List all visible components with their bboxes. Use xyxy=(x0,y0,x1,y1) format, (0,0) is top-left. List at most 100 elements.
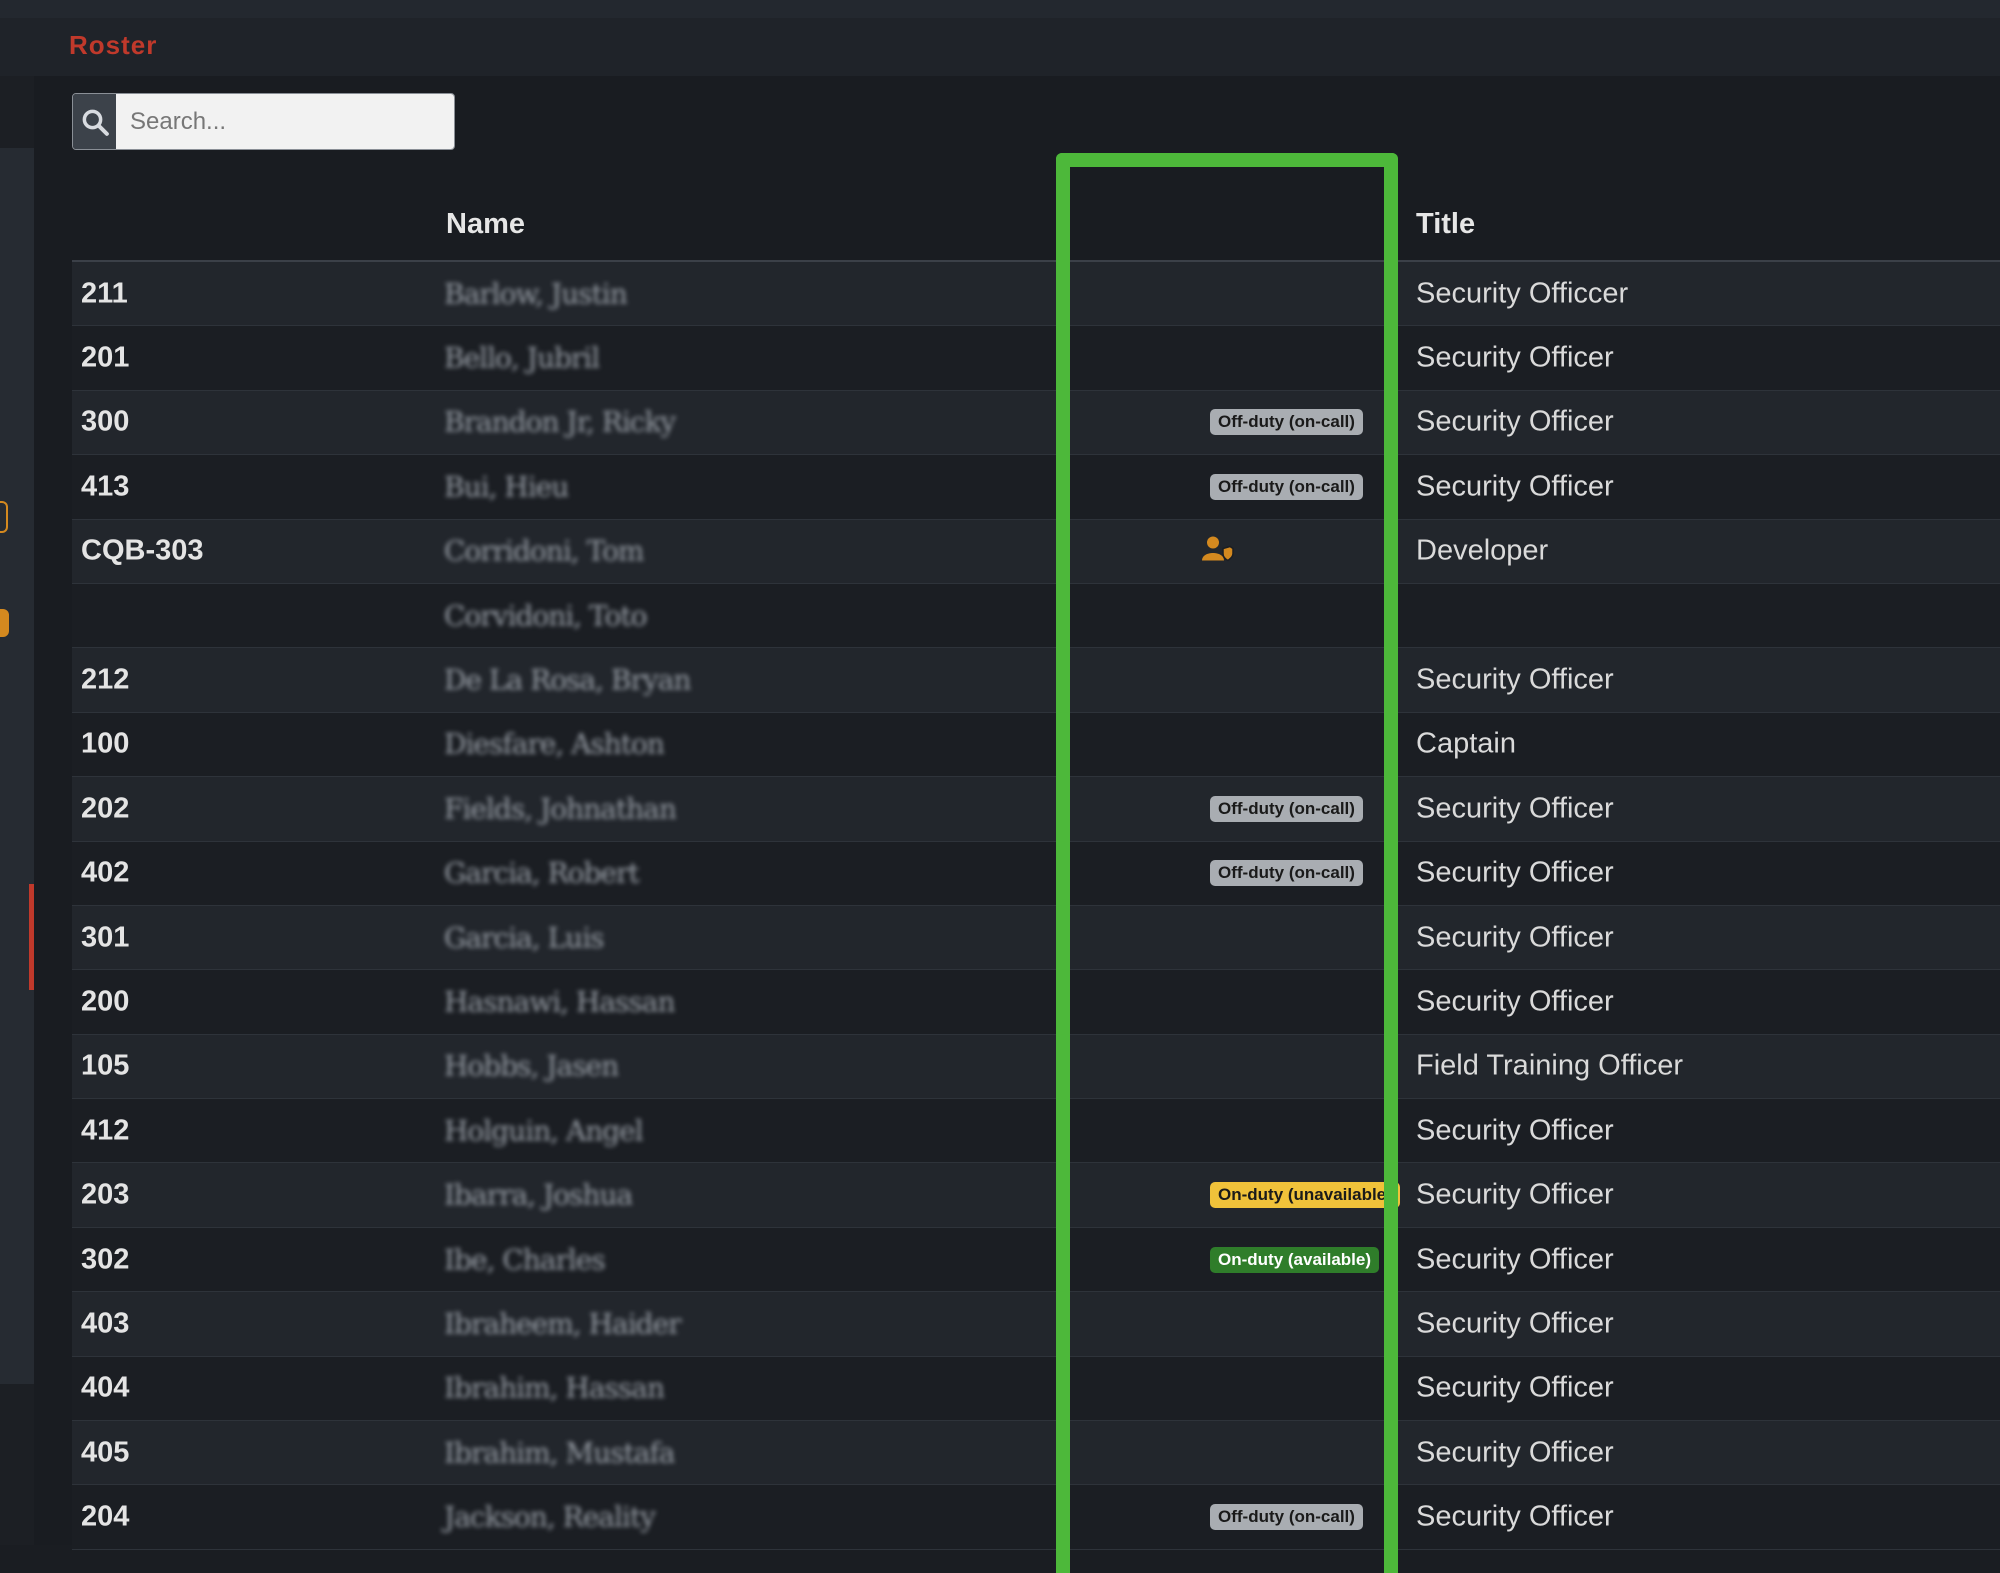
table-row[interactable]: 302 Ibe, Charles On-duty (available) Securi… xyxy=(72,1227,2000,1293)
officer-title: Field Training Officer xyxy=(1416,1049,1684,1082)
officer-name[interactable]: Fields, Johnathan xyxy=(444,792,677,825)
officer-name[interactable]: Hobbs, Jasen xyxy=(444,1050,619,1083)
officer-title: Security Officer xyxy=(1416,921,1614,954)
officer-name[interactable]: De La Rosa, Bryan xyxy=(444,664,691,697)
table-header: Name Title xyxy=(72,200,2000,262)
officer-name[interactable]: Garcia, Luis xyxy=(444,921,605,954)
table-row[interactable]: 211 Barlow, Justin Security Officcer xyxy=(72,262,2000,327)
officer-name[interactable]: Jackson, Reality xyxy=(444,1501,656,1534)
officer-title: Security Officer xyxy=(1416,1371,1614,1404)
sidebar-panel xyxy=(0,148,34,1384)
status-cell: Off-duty (on-call) xyxy=(1210,1504,1363,1531)
table-row[interactable]: 413 Bui, Hieu Off-duty (on-call) Security O… xyxy=(72,455,2000,520)
status-badge: Off-duty (on-call) xyxy=(1210,1504,1363,1531)
status-cell: Off-duty (on-call) xyxy=(1210,473,1363,500)
search-bar xyxy=(72,93,455,150)
badge-number: 100 xyxy=(81,727,130,760)
badge-number: 302 xyxy=(81,1243,130,1276)
officer-name[interactable]: Ibe, Charles xyxy=(444,1243,606,1276)
header-strip xyxy=(0,18,2000,76)
officer-name[interactable]: Hasnawi, Hassan xyxy=(444,985,676,1018)
search-input[interactable] xyxy=(116,94,454,149)
search-icon xyxy=(82,109,109,136)
badge-number: CQB-303 xyxy=(81,534,204,567)
badge-number: 203 xyxy=(81,1178,130,1211)
officer-name[interactable]: Ibrahim, Mustafa xyxy=(444,1436,675,1469)
badge-number: 301 xyxy=(81,921,130,954)
sidebar-badge-outline[interactable] xyxy=(0,501,8,533)
table-row[interactable]: 204 Jackson, Reality Off-duty (on-call) Sec… xyxy=(72,1485,2000,1550)
status-badge: Off-duty (on-call) xyxy=(1210,473,1363,500)
officer-name[interactable]: Holguin, Angel xyxy=(444,1114,644,1147)
officer-name[interactable]: Corvidoni, Toto xyxy=(444,599,647,632)
officer-title: Security Officer xyxy=(1416,1436,1614,1469)
officer-title: Security Officer xyxy=(1416,405,1614,438)
status-badge: Off-duty (on-call) xyxy=(1210,860,1363,887)
table-row[interactable]: 202 Fields, Johnathan Off-duty (on-call) Se… xyxy=(72,777,2000,842)
user-shield-icon xyxy=(1202,536,1234,567)
officer-title: Security Officer xyxy=(1416,1307,1614,1340)
officer-name[interactable]: Barlow, Justin xyxy=(444,277,628,310)
table-body: 211 Barlow, Justin Security Officcer 201 Bel… xyxy=(72,262,2000,1550)
officer-name[interactable]: Garcia, Robert xyxy=(444,857,640,890)
table-row[interactable]: 402 Garcia, Robert Off-duty (on-call) Secur… xyxy=(72,841,2000,906)
officer-title: Security Officer xyxy=(1416,663,1614,696)
table-row[interactable]: 200 Hasnawi, Hassan Security Officer xyxy=(72,970,2000,1035)
officer-title: Security Officer xyxy=(1416,470,1614,503)
badge-number: 211 xyxy=(81,277,128,310)
table-row[interactable]: 201 Bello, Jubril Security Officer xyxy=(72,326,2000,391)
badge-number: 404 xyxy=(81,1371,130,1404)
status-badge: Off-duty (on-call) xyxy=(1210,795,1363,822)
table-row[interactable]: 203 Ibarra, Joshua On-duty (unavailable) Se… xyxy=(72,1163,2000,1228)
table-row[interactable]: 405 Ibrahim, Mustafa Security Officer xyxy=(72,1421,2000,1486)
officer-title: Security Officcer xyxy=(1416,277,1629,310)
table-row[interactable]: 212 De La Rosa, Bryan Security Officer xyxy=(72,648,2000,713)
officer-name[interactable]: Ibarra, Joshua xyxy=(444,1179,633,1212)
column-header-name[interactable]: Name xyxy=(446,208,525,241)
badge-number: 212 xyxy=(81,663,130,696)
officer-title: Security Officer xyxy=(1416,1500,1614,1533)
officer-name[interactable]: Corridoni, Tom xyxy=(444,535,644,568)
badge-number: 105 xyxy=(81,1049,130,1082)
officer-name[interactable]: Bui, Hieu xyxy=(444,470,569,503)
table-row[interactable]: 301 Garcia, Luis Security Officer xyxy=(72,905,2000,971)
column-header-title[interactable]: Title xyxy=(1416,208,1475,241)
officer-title: Security Officer xyxy=(1416,1114,1614,1147)
left-sidebar xyxy=(0,76,34,1545)
status-cell: On-duty (unavailable) xyxy=(1210,1182,1400,1209)
badge-number: 300 xyxy=(81,405,130,438)
officer-title: Security Officer xyxy=(1416,985,1614,1018)
officer-name[interactable]: Bello, Jubril xyxy=(444,342,600,375)
status-badge: Off-duty (on-call) xyxy=(1210,409,1363,436)
table-row[interactable]: 404 Ibrahim, Hassan Security Officer xyxy=(72,1356,2000,1422)
badge-number: 413 xyxy=(81,470,130,503)
status-cell: On-duty (available) xyxy=(1210,1246,1380,1273)
sidebar-badge-filled[interactable] xyxy=(0,609,9,637)
status-cell: Off-duty (on-call) xyxy=(1210,860,1363,887)
table-row[interactable]: 412 Holguin, Angel Security Officer xyxy=(72,1099,2000,1164)
status-cell: Off-duty (on-call) xyxy=(1210,795,1363,822)
status-badge: On-duty (unavailable) xyxy=(1210,1182,1400,1209)
table-row[interactable]: 403 Ibraheem, Haider Security Officer xyxy=(72,1292,2000,1357)
table-row[interactable]: 105 Hobbs, Jasen Field Training Officer xyxy=(72,1034,2000,1100)
officer-title: Developer xyxy=(1416,534,1549,567)
table-row[interactable]: CQB-303 Corridoni, Tom Developer xyxy=(72,519,2000,584)
badge-number: 403 xyxy=(81,1307,130,1340)
officer-name[interactable]: Ibrahim, Hassan xyxy=(444,1372,665,1405)
roster-table: Name Title 211 Barlow, Justin Security Off… xyxy=(72,200,2000,1550)
badge-number: 412 xyxy=(81,1114,130,1147)
table-row[interactable]: 300 Brandon Jr, Ricky Off-duty (on-call) Se… xyxy=(72,390,2000,456)
badge-number: 402 xyxy=(81,856,130,889)
officer-name[interactable]: Ibraheem, Haider xyxy=(444,1307,682,1340)
officer-name[interactable]: Diesfare, Ashton xyxy=(444,728,665,761)
status-badge: On-duty (available) xyxy=(1210,1246,1380,1273)
officer-title: Security Officer xyxy=(1416,1178,1614,1211)
badge-number: 202 xyxy=(81,792,130,825)
table-row[interactable]: Corvidoni, Toto xyxy=(72,583,2000,649)
officer-title: Security Officer xyxy=(1416,792,1614,825)
officer-title: Security Officer xyxy=(1416,341,1614,374)
top-bar xyxy=(0,0,2000,18)
search-button[interactable] xyxy=(73,94,116,149)
officer-name[interactable]: Brandon Jr, Ricky xyxy=(444,406,676,439)
table-row[interactable]: 100 Diesfare, Ashton Captain xyxy=(72,712,2000,778)
